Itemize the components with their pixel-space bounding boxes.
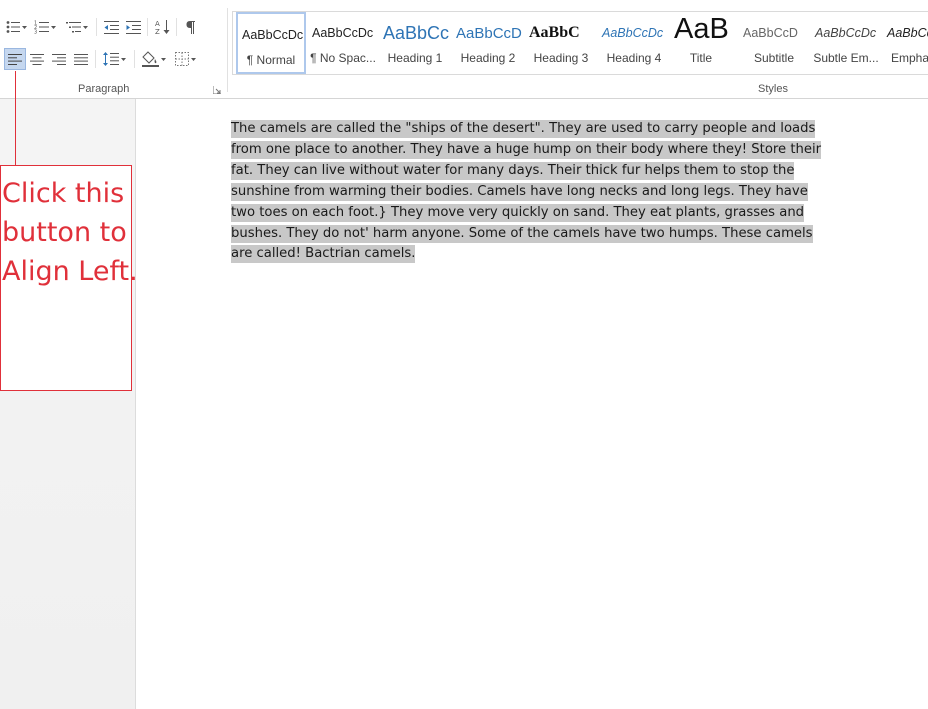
toolbar-separator <box>96 18 97 36</box>
style-sample: AaBbCcDc <box>815 26 877 40</box>
style-name: ¶ Normal <box>246 53 296 67</box>
align-center-button[interactable] <box>26 48 48 70</box>
bullets-button[interactable] <box>4 16 29 38</box>
chevron-down-icon[interactable] <box>82 25 89 29</box>
svg-text:A: A <box>155 20 160 28</box>
styles-group-label: Styles <box>758 83 788 95</box>
document-body[interactable]: The camels are called the "ships of the … <box>231 119 831 265</box>
shading-button[interactable] <box>138 48 170 70</box>
line-spacing-button[interactable] <box>99 48 131 70</box>
multilevel-list-button[interactable] <box>61 16 93 38</box>
group-separator <box>227 8 228 92</box>
chevron-down-icon[interactable] <box>160 57 167 61</box>
style-name: Heading 1 <box>387 51 443 65</box>
svg-text:3: 3 <box>34 30 37 35</box>
style-subtle-emphasis[interactable]: AaBbCcDc Subtle Em... <box>811 12 881 74</box>
paragraph-row-1: 123 A Z <box>4 16 202 38</box>
style-name: Subtle Em... <box>813 51 879 65</box>
toolbar-separator <box>176 18 177 36</box>
justify-icon <box>74 53 88 65</box>
borders-icon <box>175 52 189 66</box>
style-sample: AaBbCcDc <box>242 28 304 42</box>
increase-indent-icon <box>125 20 141 34</box>
align-left-icon <box>8 53 22 65</box>
style-sample: AaBbCc <box>887 26 928 40</box>
style-sample: AaBbCc <box>383 22 450 43</box>
style-heading-3[interactable]: AaBbC Heading 3 <box>525 12 597 74</box>
style-no-spacing[interactable]: AaBbCcDc ¶ No Spac... <box>308 12 378 74</box>
svg-text:Z: Z <box>155 28 160 35</box>
decrease-indent-button[interactable] <box>100 16 122 38</box>
chevron-down-icon[interactable] <box>190 57 197 61</box>
style-heading-4[interactable]: AaBbCcDc Heading 4 <box>598 12 670 74</box>
toolbar-separator <box>95 50 96 68</box>
bullets-icon <box>6 20 20 34</box>
style-sample: AaBbCcDc <box>312 26 374 40</box>
style-normal[interactable]: AaBbCcDc ¶ Normal <box>236 12 306 74</box>
paragraph-group: 123 A Z Paragraph <box>0 0 228 99</box>
toolbar-separator <box>134 50 135 68</box>
pilcrow-icon <box>186 20 196 34</box>
align-center-icon <box>30 53 44 65</box>
chevron-down-icon[interactable] <box>21 25 28 29</box>
chevron-down-icon[interactable] <box>50 25 57 29</box>
borders-button[interactable] <box>170 48 202 70</box>
ribbon: 123 A Z Paragraph AaBbCcDc ¶ Normal AaBb… <box>0 0 928 99</box>
callout-box: Click this button to Align Left. <box>0 165 138 391</box>
style-title[interactable]: AaB Title <box>670 12 732 74</box>
selected-paragraph[interactable]: The camels are called the "ships of the … <box>231 120 822 264</box>
sort-icon: AZ <box>155 19 170 35</box>
callout-pointer-line <box>15 71 16 166</box>
increase-indent-button[interactable] <box>122 16 144 38</box>
paragraph-group-label: Paragraph <box>78 83 130 95</box>
style-name: Heading 3 <box>533 51 589 65</box>
sort-button[interactable]: AZ <box>151 16 173 38</box>
paint-bucket-icon <box>141 51 159 67</box>
style-name: ¶ No Spac... <box>310 51 376 65</box>
paragraph-row-2 <box>4 48 202 70</box>
style-heading-2[interactable]: AaBbCcD Heading 2 <box>452 12 524 74</box>
styles-gallery: AaBbCcDc ¶ Normal AaBbCcDc ¶ No Spac... … <box>232 11 928 75</box>
style-name: Heading 2 <box>460 51 516 65</box>
style-subtitle[interactable]: AaBbCcD Subtitle <box>739 12 809 74</box>
align-right-button[interactable] <box>48 48 70 70</box>
style-sample: AaB <box>674 14 729 44</box>
style-heading-1[interactable]: AaBbCc Heading 1 <box>379 12 451 74</box>
style-sample: AaBbCcDc <box>602 26 664 40</box>
style-name: Subtitle <box>753 51 795 65</box>
style-emphasis[interactable]: AaBbCc Empha <box>883 12 928 74</box>
show-hide-marks-button[interactable] <box>180 16 202 38</box>
toolbar-separator <box>147 18 148 36</box>
justify-button[interactable] <box>70 48 92 70</box>
callout-text: Click this button to Align Left. <box>2 178 138 287</box>
multilevel-list-icon <box>65 20 81 34</box>
numbering-icon: 123 <box>34 20 49 34</box>
style-sample: AaBbCcD <box>456 24 522 42</box>
align-left-button[interactable] <box>4 48 26 70</box>
align-right-icon <box>52 53 66 65</box>
style-name: Title <box>689 51 713 65</box>
numbering-button[interactable]: 123 <box>29 16 61 38</box>
line-spacing-icon <box>103 52 119 66</box>
dialog-launcher-icon[interactable] <box>213 86 221 94</box>
decrease-indent-icon <box>103 20 119 34</box>
style-name: Empha <box>891 51 928 65</box>
style-sample: AaBbCcD <box>743 26 798 40</box>
style-name: Heading 4 <box>606 51 662 65</box>
style-sample: AaBbC <box>529 24 580 41</box>
chevron-down-icon[interactable] <box>120 57 127 61</box>
